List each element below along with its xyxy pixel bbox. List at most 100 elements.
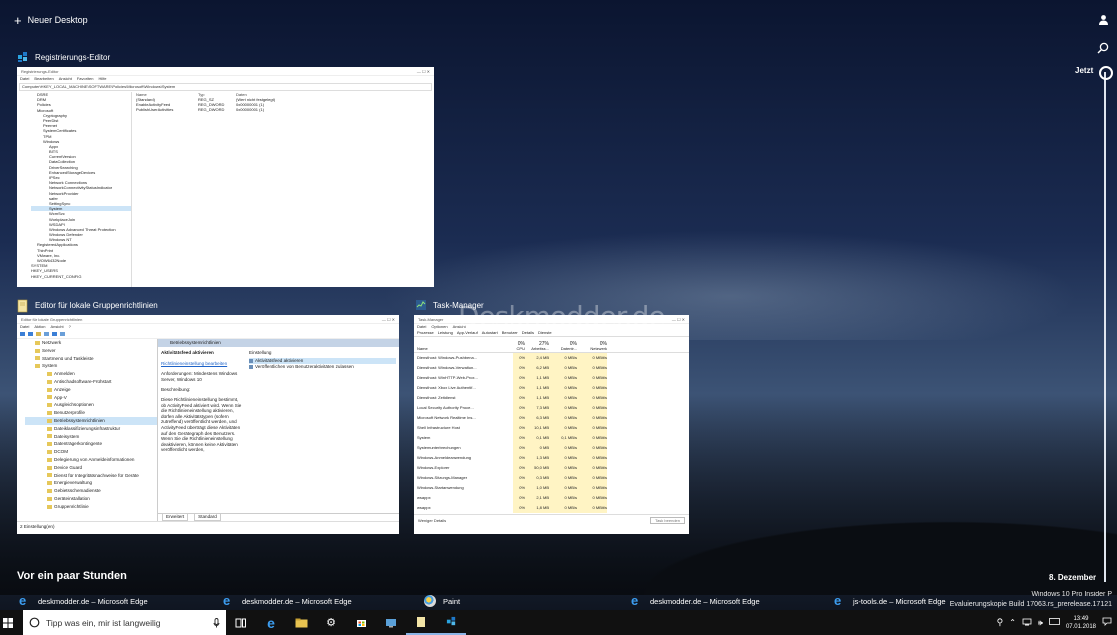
menu-item[interactable]: Ansicht bbox=[59, 76, 72, 82]
table-row[interactable]: PublishUserActivities REG_DWORD 0x00000001… bbox=[136, 107, 434, 112]
table-row[interactable]: Diensthost: WinHTTP-Web-Prox... 0% 1,1 MB 0… bbox=[414, 373, 689, 383]
forward-icon[interactable] bbox=[28, 332, 33, 336]
activity-item[interactable]: Paint bbox=[424, 595, 460, 607]
timeline-handle[interactable] bbox=[1099, 66, 1113, 80]
gpedit-toolbar bbox=[17, 330, 399, 339]
gpedit-thumbnail[interactable]: Editor für lokale Gruppenrichtlinien — ☐ … bbox=[17, 315, 399, 534]
tree-item[interactable]: Startmenü und Taskleiste bbox=[25, 355, 157, 363]
table-row[interactable]: wsappx 0% 2,1 MB 0 MB/s 0 MBit/s bbox=[414, 493, 689, 503]
end-task-button[interactable]: Task beenden bbox=[650, 516, 685, 524]
people-icon[interactable]: ⚲ bbox=[997, 617, 1004, 628]
tree-item[interactable]: Anmelden bbox=[25, 370, 157, 378]
menu-item[interactable]: Ansicht bbox=[50, 324, 63, 330]
task-view-icon[interactable] bbox=[226, 610, 256, 635]
table-row[interactable]: Microsoft Network Realtime Ins... 0% 6,3 M… bbox=[414, 413, 689, 423]
tree-item[interactable]: Device Guard bbox=[25, 464, 157, 472]
taskmgr-thumbnail[interactable]: Task-Manager — ☐ ✕ Datei Optionen Ansicht P… bbox=[414, 315, 689, 534]
table-row[interactable]: Diensthost: Windows-Verwaltun... 0% 6,2 MB… bbox=[414, 363, 689, 373]
tree-item[interactable]: Energieverwaltung bbox=[25, 479, 157, 487]
tree-item[interactable]: Geräteinstallation bbox=[25, 495, 157, 503]
folder-icon[interactable] bbox=[36, 332, 41, 336]
tree-item[interactable]: HKEY_CURRENT_CONFIG bbox=[31, 274, 131, 279]
table-row[interactable]: Windows-Sitzungs-Manager 0% 0,3 MB 0 MB/s 0 … bbox=[414, 473, 689, 483]
microphone-icon[interactable] bbox=[213, 617, 220, 628]
menu-item[interactable]: Favoriten bbox=[77, 76, 94, 82]
tree-item[interactable]: Delegierung von Anmeldeinformationen bbox=[25, 456, 157, 464]
search-icon[interactable] bbox=[1096, 42, 1110, 57]
table-cell: 0 MB/s bbox=[549, 453, 577, 463]
menu-item[interactable]: Datei bbox=[20, 76, 29, 82]
folder-icon bbox=[47, 372, 52, 377]
table-row[interactable]: Windows-Explorer 0% 50,0 MB 0 MB/s 0 MBit/s bbox=[414, 463, 689, 473]
table-row[interactable]: System 0% 0,1 MB 0,1 MB/s 0 MBit/s bbox=[414, 433, 689, 443]
edge-icon: e bbox=[834, 593, 842, 608]
network-icon[interactable] bbox=[1022, 618, 1032, 628]
activity-item[interactable]: e deskmodder.de – Microsoft Edge bbox=[19, 594, 148, 607]
table-row[interactable]: Systemunterbrechungen 0% 0 MB 0 MB/s 0 MBit/… bbox=[414, 443, 689, 453]
view-icon[interactable] bbox=[44, 332, 49, 336]
start-button[interactable] bbox=[0, 610, 16, 635]
tree-item[interactable]: Dateiklassifizierungsinfrastruktur bbox=[25, 425, 157, 433]
tree-item[interactable]: Gruppenrichtlinie bbox=[25, 503, 157, 511]
store-icon[interactable] bbox=[346, 610, 376, 635]
volume-icon[interactable]: 🕪 bbox=[1038, 618, 1043, 628]
tree-item[interactable]: Antischadsoftware-Frühstart bbox=[25, 378, 157, 386]
tree-item[interactable]: DCOM bbox=[25, 448, 157, 456]
tree-item[interactable]: Ausgleichsoptionen bbox=[25, 401, 157, 409]
table-row[interactable]: Local Security Authority Proce... 0% 7,3 M… bbox=[414, 403, 689, 413]
menu-item[interactable]: Bearbeiten bbox=[34, 76, 53, 82]
regedit-taskbar-icon[interactable] bbox=[436, 610, 466, 635]
tree-item[interactable]: Benutzerprofile bbox=[25, 409, 157, 417]
tree-item[interactable]: System bbox=[25, 362, 157, 370]
timeline-now-label: Jetzt bbox=[1075, 66, 1094, 75]
table-row[interactable]: Diensthost: Zeitdienst 0% 1,1 MB 0 MB/s 0 MB… bbox=[414, 393, 689, 403]
tab-standard[interactable]: Standard bbox=[194, 514, 221, 521]
activity-item[interactable]: e deskmodder.de – Microsoft Edge bbox=[223, 594, 352, 607]
rdp-icon[interactable] bbox=[376, 610, 406, 635]
menu-item[interactable]: ? bbox=[69, 324, 71, 330]
activity-item[interactable]: e js-tools.de – Microsoft Edge bbox=[834, 593, 946, 608]
tab-prozesse[interactable]: Prozesse bbox=[417, 330, 434, 336]
table-row[interactable]: Windows-Startanwendung 0% 1,0 MB 0 MB/s 0 MB… bbox=[414, 483, 689, 493]
tab-leistung[interactable]: Leistung bbox=[438, 330, 453, 336]
table-row[interactable]: Windows-Anmeldeanwendung 0% 1,3 MB 0 MB/s 0 … bbox=[414, 453, 689, 463]
menu-item[interactable]: Datei bbox=[20, 324, 29, 330]
keyboard-icon[interactable] bbox=[1049, 618, 1060, 627]
tree-item[interactable]: Dienst für Integritätsnachweise für Gerä… bbox=[25, 472, 157, 480]
regedit-thumbnail[interactable]: Registrierungs-Editor — ☐ ✕ Datei Bearbeit… bbox=[17, 67, 434, 287]
table-row[interactable]: Diensthost: Windows-Pushbena... 0% 2,4 MB 0… bbox=[414, 353, 689, 363]
tree-item[interactable]: Anzeige bbox=[25, 386, 157, 394]
action-center-icon[interactable] bbox=[1102, 617, 1112, 628]
file-explorer-icon[interactable] bbox=[286, 610, 316, 635]
menu-item[interactable]: Hilfe bbox=[99, 76, 107, 82]
filter-icon[interactable] bbox=[60, 332, 65, 336]
show-hidden-icons-chevron-up-icon[interactable]: ⌃ bbox=[1009, 618, 1016, 627]
tree-item[interactable]: Netzwerk bbox=[25, 339, 157, 347]
table-row[interactable]: Shell Infrastructure Host 0% 10,1 MB 0 MB/s… bbox=[414, 423, 689, 433]
timeline-scrollbar[interactable] bbox=[1104, 72, 1106, 582]
taskbar-search-box[interactable]: Tipp was ein, mir ist langweilig bbox=[23, 610, 226, 635]
edge-taskbar-icon[interactable]: e bbox=[256, 610, 286, 635]
taskbar-clock[interactable]: 13:49 07.01.2018 bbox=[1066, 615, 1096, 631]
menu-item[interactable]: Aktion bbox=[34, 324, 45, 330]
gpedit-taskbar-icon[interactable] bbox=[406, 610, 436, 635]
settings-gear-icon[interactable]: ⚙ bbox=[316, 610, 346, 635]
table-row[interactable]: wsappx 0% 1,8 MB 0 MB/s 0 MBit/s bbox=[414, 503, 689, 513]
tree-item[interactable]: Dateisystem bbox=[25, 433, 157, 441]
tree-item[interactable]: Datenträgerkontingente bbox=[25, 440, 157, 448]
tree-item[interactable]: Server bbox=[25, 347, 157, 355]
help-icon[interactable] bbox=[52, 332, 57, 336]
activity-item[interactable]: e deskmodder.de – Microsoft Edge bbox=[631, 594, 760, 607]
back-icon[interactable] bbox=[20, 332, 25, 336]
tree-item[interactable]: Betriebssystemrichtlinien bbox=[25, 416, 157, 425]
person-icon[interactable] bbox=[1096, 14, 1110, 28]
tree-item[interactable]: Gebietsschemadienste bbox=[25, 487, 157, 495]
setting-row[interactable]: Veröffentlichen von Benutzeraktivitäten … bbox=[249, 364, 396, 370]
table-row[interactable]: Diensthost: Xbox Live Authentif... 0% 1,1 … bbox=[414, 383, 689, 393]
fewer-details-button[interactable]: Weniger Details bbox=[418, 518, 446, 523]
edit-policy-link[interactable]: Richtlinieneinstellung bearbeiten bbox=[161, 361, 243, 367]
tab-erweitert[interactable]: Erweitert bbox=[162, 514, 189, 521]
table-cell: 1,3 MB bbox=[525, 453, 549, 463]
tree-item[interactable]: App-V bbox=[25, 394, 157, 402]
new-desktop-button[interactable]: + Neuer Desktop bbox=[14, 14, 88, 27]
